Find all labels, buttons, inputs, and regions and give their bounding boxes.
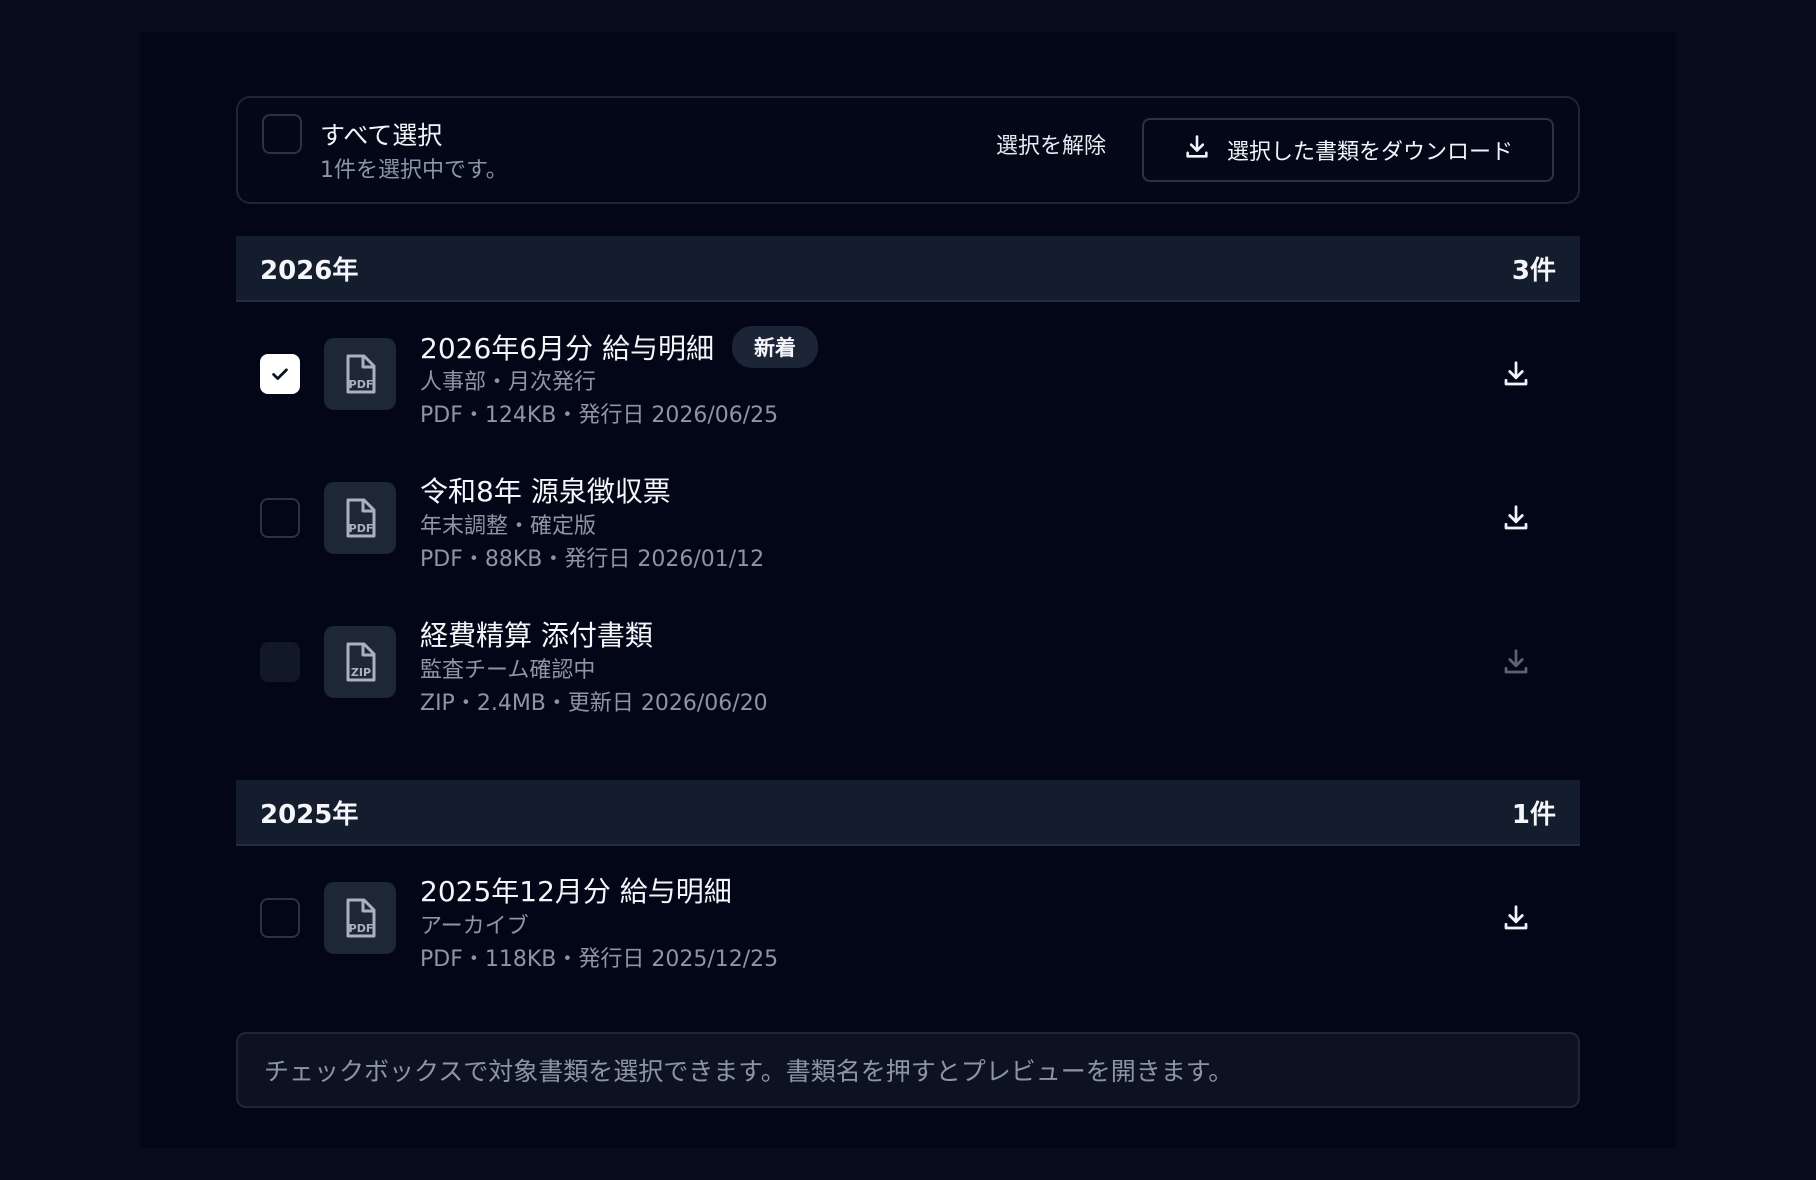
document-row: PDF 令和8年 源泉徴収票 年末調整・確定版 PDF・88KB・発行日 202… (236, 446, 1580, 590)
select-all-label: すべて選択 (320, 121, 443, 150)
documents-content: すべて選択 1件を選択中です。 選択を解除 選択した書類をダウンロード 2026… (236, 96, 1580, 1108)
download-icon (1504, 649, 1528, 674)
document-title[interactable]: 2026年6月分 給与明細 (420, 327, 714, 367)
document-meta: PDF・124KB・発行日 2026/06/25 (420, 403, 779, 428)
group-header: 2026年 3件 (236, 236, 1580, 302)
svg-text:ZIP: ZIP (351, 666, 371, 679)
clear-selection-button[interactable]: 選択を解除 (996, 128, 1106, 160)
group-count: 1件 (1511, 799, 1556, 830)
row-download-button[interactable] (1496, 498, 1536, 538)
new-badge: 新着 (731, 326, 818, 368)
select-all-checkbox[interactable] (262, 114, 302, 154)
group-2026: 2026年 3件 PDF 2026年6月分 給与明細 新着 人事部・月次発行 P… (236, 236, 1580, 734)
row-download-button[interactable] (1496, 898, 1536, 938)
document-subtitle: 監査チーム確認中 (420, 658, 596, 683)
row-download-button[interactable] (1496, 354, 1536, 394)
document-title-line: 2025年12月分 給与明細 (420, 870, 732, 910)
document-title[interactable]: 2025年12月分 給与明細 (420, 870, 732, 910)
row-checkbox[interactable] (260, 498, 300, 538)
document-title-line: 2026年6月分 給与明細 新着 (420, 326, 818, 368)
svg-text:PDF: PDF (349, 922, 374, 935)
group-year: 2025年 (260, 799, 359, 830)
document-title[interactable]: 令和8年 源泉徴収票 (420, 470, 671, 510)
selection-toolbar: すべて選択 1件を選択中です。 選択を解除 選択した書類をダウンロード (236, 96, 1580, 204)
pdf-file-icon: PDF (324, 882, 396, 954)
document-meta: PDF・118KB・発行日 2025/12/25 (420, 947, 779, 972)
document-title-line: 経費精算 添付書類 (420, 614, 653, 654)
zip-file-icon: ZIP (324, 626, 396, 698)
row-checkbox-disabled (260, 642, 300, 682)
download-selected-label: 選択した書類をダウンロード (1226, 140, 1513, 165)
check-icon (272, 368, 288, 380)
row-checkbox[interactable] (260, 354, 300, 394)
document-row: PDF 2026年6月分 給与明細 新着 人事部・月次発行 PDF・124KB・… (236, 302, 1580, 446)
document-row: ZIP 経費精算 添付書類 監査チーム確認中 ZIP・2.4MB・更新日 202… (236, 590, 1580, 734)
document-row: PDF 2025年12月分 給与明細 アーカイブ PDF・118KB・発行日 2… (236, 846, 1580, 990)
document-title-line: 令和8年 源泉徴収票 (420, 470, 671, 510)
download-selected-button[interactable]: 選択した書類をダウンロード (1142, 118, 1554, 182)
svg-text:PDF: PDF (349, 522, 374, 535)
pdf-file-icon: PDF (324, 482, 396, 554)
pdf-file-icon: PDF (324, 338, 396, 410)
document-title[interactable]: 経費精算 添付書類 (420, 614, 653, 654)
group-count: 3件 (1511, 255, 1556, 286)
download-icon (1504, 361, 1528, 386)
document-meta: PDF・88KB・発行日 2026/01/12 (420, 547, 765, 572)
documents-panel: すべて選択 1件を選択中です。 選択を解除 選択した書類をダウンロード 2026… (140, 32, 1676, 1148)
help-note: チェックボックスで対象書類を選択できます。書類名を押すとプレビューを開きます。 (236, 1032, 1580, 1108)
group-header: 2025年 1件 (236, 780, 1580, 846)
selection-status: 1件を選択中です。 (320, 158, 508, 183)
download-icon (1183, 133, 1211, 167)
group-year: 2026年 (260, 255, 359, 286)
row-checkbox[interactable] (260, 898, 300, 938)
document-subtitle: 人事部・月次発行 (420, 370, 597, 395)
download-icon (1504, 905, 1528, 930)
row-download-button-disabled (1496, 642, 1536, 682)
document-subtitle: アーカイブ (420, 914, 529, 939)
document-meta: ZIP・2.4MB・更新日 2026/06/20 (420, 691, 768, 716)
group-2025: 2025年 1件 PDF 2025年12月分 給与明細 アーカイブ PDF・11… (236, 780, 1580, 990)
document-subtitle: 年末調整・確定版 (420, 514, 597, 539)
download-icon (1504, 505, 1528, 530)
svg-text:PDF: PDF (349, 378, 374, 391)
